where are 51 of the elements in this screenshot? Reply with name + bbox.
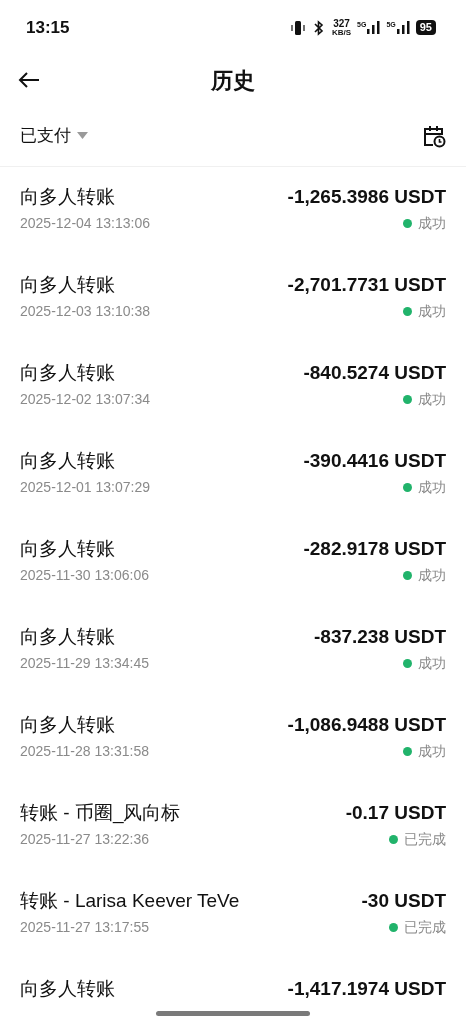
transaction-date: 2025-12-04 13:13:06 [20,214,150,233]
transaction-title: 向多人转账 [20,449,115,473]
transaction-title: 向多人转账 [20,625,115,649]
transaction-title: 向多人转账 [20,185,115,209]
transaction-amount: -390.4416 USDT [303,449,446,473]
transaction-title: 向多人转账 [20,537,115,561]
bluetooth-icon [311,19,326,36]
transaction-amount: -30 USDT [361,889,446,913]
transaction-title: 转账 - Larisa Keever TeVe [20,889,240,913]
vibrate-icon [289,19,306,36]
status-label: 成功 [418,214,446,233]
status-label: 成功 [418,302,446,321]
transaction-amount: -1,265.3986 USDT [287,185,446,209]
transaction-title: 向多人转账 [20,977,115,1001]
status-label: 成功 [418,478,446,497]
transaction-title: 向多人转账 [20,713,115,737]
transaction-title: 向多人转账 [20,361,115,385]
status-label: 已完成 [404,918,446,937]
transaction-date: 2025-12-01 13:07:29 [20,478,150,497]
transaction-amount: -1,086.9488 USDT [287,713,446,737]
transaction-date: 2025-11-27 13:17:55 [20,918,149,937]
transaction-date: 2025-11-29 13:34:45 [20,654,149,673]
transaction-date: 2025-12-02 13:07:34 [20,390,150,409]
transaction-amount: -840.5274 USDT [303,361,446,385]
transaction-date: 2025-11-28 13:31:58 [20,742,149,761]
transaction-amount: -837.238 USDT [314,625,446,649]
transaction-amount: -2,701.7731 USDT [287,273,446,297]
status-label: 成功 [418,654,446,673]
filter-dropdown[interactable]: 已支付 [20,122,88,149]
status-label: 成功 [418,566,446,585]
transaction-amount: -282.9178 USDT [303,537,446,561]
status-label: 成功 [418,390,446,409]
transaction-date: 2025-11-27 13:22:36 [20,830,149,849]
status-label: 成功 [418,742,446,761]
transaction-amount: -0.17 USDT [345,801,446,825]
transaction-title: 转账 - 币圈_风向标 [20,801,181,826]
battery-level: 95 [415,20,436,35]
caret-icon [77,132,88,139]
signal-icon [396,21,410,34]
transaction-date: 2025-11-30 13:06:06 [20,566,149,585]
page-title: 历史 [211,66,255,95]
clock-time: 13:15 [26,16,70,39]
back-arrow-icon [18,71,40,89]
transaction-date: 2025-12-03 13:10:38 [20,302,150,321]
transaction-title: 向多人转账 [20,273,115,297]
network-speed: 327 [333,18,350,29]
transaction-amount: -1,417.1974 USDT [287,977,446,1001]
network-speed-unit: KB/S [331,28,352,37]
status-label: 已完成 [404,830,446,849]
calendar-clock-icon [422,123,446,148]
signal-icon [367,21,381,34]
